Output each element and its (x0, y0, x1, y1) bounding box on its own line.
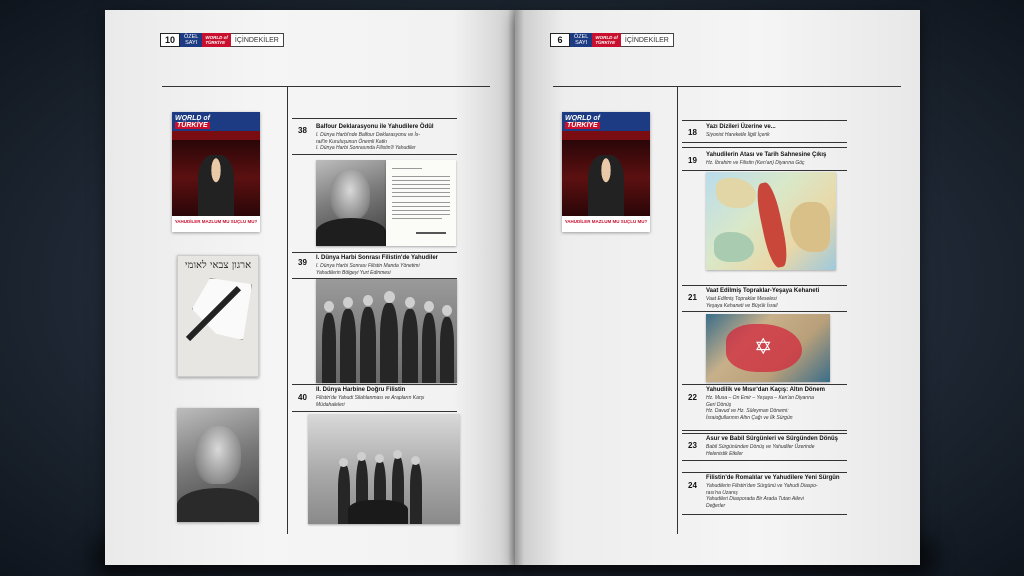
cover-brand-line-2: TÜRKİYE (175, 122, 210, 129)
cover-headline: YAHUDİLER MAZLUM MU SUÇLU MU? (172, 216, 260, 232)
top-rule (553, 86, 901, 87)
entry-rule (682, 460, 847, 461)
portrait-photo (177, 408, 259, 522)
entry-title: Asur ve Babil Sürgünleri ve Sürgünden Dö… (706, 436, 839, 442)
entry-rule (292, 252, 457, 253)
entry-number: 19 (688, 156, 697, 165)
page-number: 10 (160, 33, 180, 47)
logo-line-2: TÜRKİYE (595, 40, 616, 45)
entry-rule (292, 118, 457, 119)
irgun-poster-image: ארגון צבאי לאומי (177, 255, 259, 377)
entry-rule (682, 170, 847, 171)
entry-rule (682, 514, 847, 515)
section-title: İÇİNDEKİLER (230, 33, 284, 47)
entry-title: II. Dünya Harbine Doğru Filistin (316, 387, 406, 393)
section-title: İÇİNDEKİLER (620, 33, 674, 47)
cover-brand: WORLD of TÜRKİYE (172, 112, 260, 131)
entry-rule (292, 411, 457, 412)
mandate-officials-photo (316, 279, 457, 383)
entry-number: 38 (298, 126, 307, 135)
world-of-turkiye-logo: WORLD of TÜRKİYE (202, 33, 231, 47)
top-rule (162, 86, 490, 87)
entry-subtitle: Yahudilerin Bölgeyi Yurt Edinmesi (316, 269, 391, 276)
entry-title: I. Dünya Harbi Sonrası Filistin'de Yahud… (316, 255, 439, 261)
book-gutter (508, 10, 524, 565)
cover-photo (562, 140, 650, 216)
world-of-turkiye-logo: WORLD of TÜRKİYE (592, 33, 621, 47)
entry-number: 40 (298, 393, 307, 402)
cover-brand: WORLD of TÜRKİYE (562, 112, 650, 131)
entry-title: Filistin'de Romalılar ve Yahudilere Yeni… (706, 475, 840, 481)
entry-title: Yahudilik ve Mısır'dan Kaçış: Altın Döne… (706, 387, 825, 393)
cover-headline: YAHUDİLER MAZLUM MU SUÇLU MU? (562, 216, 650, 232)
entry-rule (292, 384, 457, 385)
entry-rule (292, 154, 457, 155)
column-divider (677, 86, 678, 534)
entry-subtitle: Yeşaya Kehaneti ve Büyük İsrail (706, 302, 778, 309)
entry-number: 24 (688, 481, 697, 490)
entry-rule (682, 142, 847, 143)
entry-rule (682, 430, 847, 431)
special-issue-badge: ÖZEL SAYI (180, 33, 203, 47)
magazine-cover-thumbnail: WORLD of TÜRKİYE YAHUDİLER MAZLUM MU SUÇ… (172, 112, 260, 232)
entry-subtitle: Helenistik Etkiler (706, 450, 743, 457)
entry-rule (682, 147, 847, 148)
balfour-letter-image (386, 160, 456, 246)
armed-group-photo (308, 414, 460, 524)
entry-number: 39 (298, 258, 307, 267)
special-issue-badge: ÖZEL SAYI (570, 33, 593, 47)
entry-number: 18 (688, 128, 697, 137)
entry-subtitle: Müdahaleleri (316, 401, 345, 408)
entry-subtitle: I. Dünya Harbi Sonrasında Filistin'li Ya… (316, 145, 416, 151)
entry-subtitle: Siyonist Hareketle İlgili İçerik (706, 132, 770, 138)
entry-title: Yazı Dizileri Üzerine ve... (706, 124, 776, 130)
poster-heading: ארגון צבאי לאומי (184, 260, 252, 271)
cover-brand-line-1: WORLD of (565, 115, 600, 122)
entry-rule (682, 384, 847, 385)
column-divider (287, 86, 288, 534)
magazine-cover-thumbnail: WORLD of TÜRKİYE YAHUDİLER MAZLUM MU SUÇ… (562, 112, 650, 232)
entry-title: Vaat Edilmiş Topraklar-Yeşaya Kehaneti (706, 288, 820, 294)
entry-subtitle: Değerler (706, 502, 726, 509)
migration-map-image (706, 172, 836, 270)
right-page-header: 6 ÖZEL SAYI WORLD of TÜRKİYE İÇİNDEKİLER (550, 32, 674, 48)
entry-rule (682, 433, 847, 434)
entry-rule (682, 311, 847, 312)
entry-subtitle: Hz. İbrahim ve Filistin (Ken'an) Diyarın… (706, 160, 805, 166)
sayi-label: SAYI (575, 40, 588, 46)
entry-number: 21 (688, 293, 697, 302)
sayi-label: SAYI (185, 40, 198, 46)
page-number: 6 (550, 33, 570, 47)
cover-brand-line-1: WORLD of (175, 115, 210, 122)
entry-rule (682, 285, 847, 286)
entry-rule (682, 120, 847, 121)
greater-israel-map-image: ✡ (706, 314, 830, 382)
cover-brand-line-2: TÜRKİYE (565, 122, 600, 129)
entry-number: 23 (688, 441, 697, 450)
star-of-david-icon: ✡ (754, 334, 773, 359)
logo-line-2: TÜRKİYE (205, 40, 226, 45)
entry-subtitle: İsraioğullarının Altın Çağı ve İlk Sürgü… (706, 414, 793, 421)
entry-rule (682, 472, 847, 473)
entry-title: Balfour Deklarasyonu ile Yahudilere Ödül (316, 124, 434, 130)
entry-number: 22 (688, 393, 697, 402)
balfour-portrait-photo (316, 160, 386, 246)
entry-title: Yahudilerin Atası ve Tarih Sahnesine Çık… (706, 152, 827, 158)
cover-photo (172, 140, 260, 216)
left-page-header: 10 ÖZEL SAYI WORLD of TÜRKİYE İÇİNDEKİLE… (160, 32, 284, 48)
